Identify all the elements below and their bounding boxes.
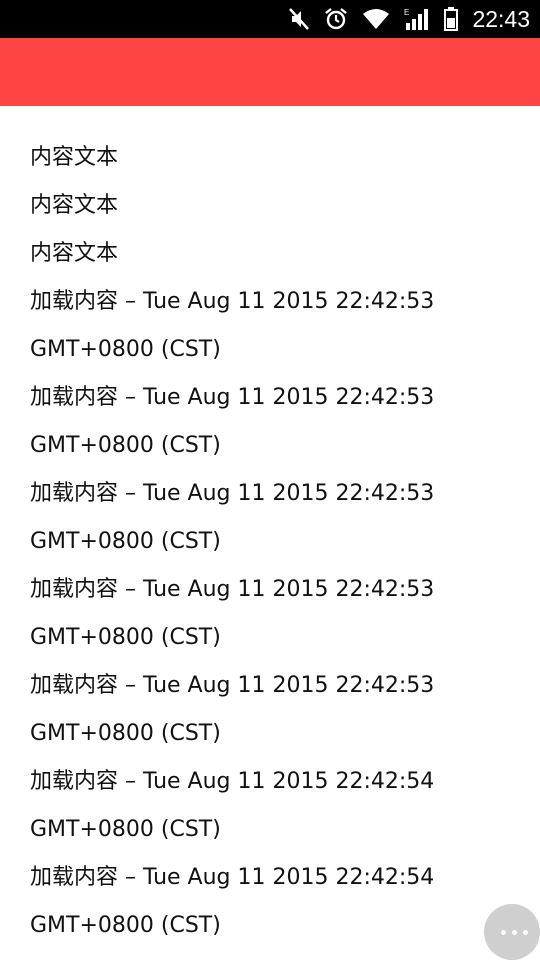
mute-icon [288,7,310,31]
loaded-item-timezone: GMT+0800 (CST) [30,913,221,938]
loaded-item: 加载内容 – Tue Aug 11 2015 22:42:53 GMT+0800… [0,374,540,470]
signal-icon: E [404,7,430,31]
signal-type-label: E [404,8,409,17]
loaded-item-text: 加载内容 – Tue Aug 11 2015 22:42:53 [30,481,435,506]
content-text-item: 内容文本 [30,241,119,266]
alarm-icon [324,7,348,31]
loaded-item: 加载内容 – Tue Aug 11 2015 22:42:53 GMT+0800… [0,278,540,374]
status-icons: E 22:43 [288,0,530,38]
loaded-item-text: 加载内容 – Tue Aug 11 2015 22:42:53 [30,289,435,314]
content-list: 内容文本 内容文本 内容文本 加载内容 – Tue Aug 11 2015 22… [0,134,540,950]
loaded-item: 加载内容 – Tue Aug 11 2015 22:42:54 GMT+0800… [0,854,540,950]
loaded-item-timezone: GMT+0800 (CST) [30,337,221,362]
loaded-item: 加载内容 – Tue Aug 11 2015 22:42:54 GMT+0800… [0,758,540,854]
status-time: 22:43 [472,6,530,32]
loaded-item-text: 加载内容 – Tue Aug 11 2015 22:42:53 [30,577,435,602]
content-text-item: 内容文本 [30,145,119,170]
battery-icon [444,7,459,31]
loaded-item-text: 加载内容 – Tue Aug 11 2015 22:42:54 [30,865,435,890]
loaded-item: 加载内容 – Tue Aug 11 2015 22:42:53 GMT+0800… [0,470,540,566]
loaded-item-timezone: GMT+0800 (CST) [30,721,221,746]
loaded-item-timezone: GMT+0800 (CST) [30,433,221,458]
wifi-icon [362,8,390,30]
loaded-item-timezone: GMT+0800 (CST) [30,817,221,842]
more-horizontal-icon [500,929,528,935]
more-options-button[interactable] [484,904,540,960]
loaded-item: 加载内容 – Tue Aug 11 2015 22:42:53 GMT+0800… [0,566,540,662]
loaded-item: 加载内容 – Tue Aug 11 2015 22:42:53 GMT+0800… [0,662,540,758]
status-bar: E 22:43 [0,0,540,38]
loaded-item-text: 加载内容 – Tue Aug 11 2015 22:42:54 [30,769,435,794]
loaded-item-text: 加载内容 – Tue Aug 11 2015 22:42:53 [30,385,435,410]
app-bar [0,38,540,106]
loaded-item-text: 加载内容 – Tue Aug 11 2015 22:42:53 [30,673,435,698]
content-text-item: 内容文本 [30,193,119,218]
loaded-item-timezone: GMT+0800 (CST) [30,625,221,650]
loaded-item-timezone: GMT+0800 (CST) [30,529,221,554]
